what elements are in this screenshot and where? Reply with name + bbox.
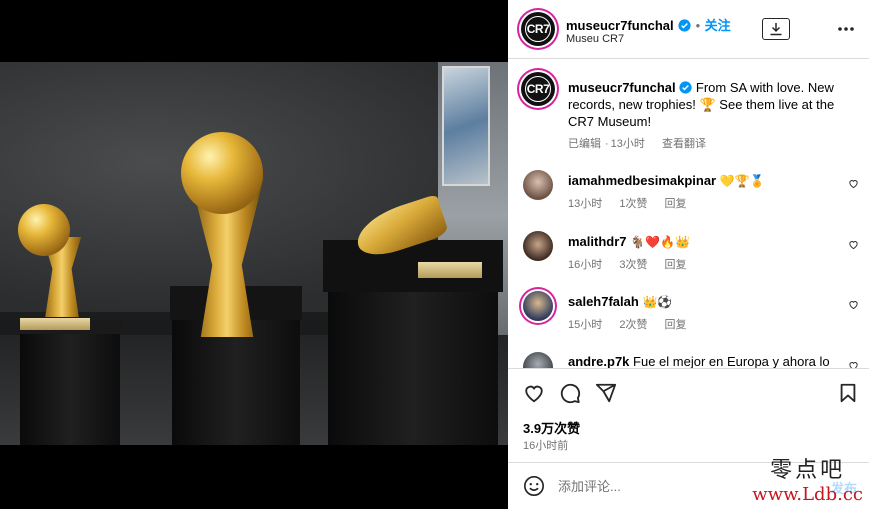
verified-badge-icon <box>679 81 692 94</box>
comment-item: iamahmedbesimakpinar 💛🏆🏅 13小时 1次赞 回复 <box>508 168 869 224</box>
watermark-text-cn: 零点吧 <box>770 458 846 483</box>
watermark-url: www.Ldb.cc <box>752 484 863 505</box>
commenter-avatar[interactable] <box>523 352 553 368</box>
comment-body: iamahmedbesimakpinar 💛🏆🏅 <box>568 172 838 190</box>
comment-username[interactable]: saleh7falah <box>568 294 639 309</box>
post-media[interactable] <box>0 0 508 509</box>
post-timestamp: 16小时前 <box>523 440 569 452</box>
watermark: 零点吧 www.Ldb.cc <box>752 452 863 505</box>
comment-like-icon[interactable] <box>848 239 859 250</box>
plaque-right <box>418 262 482 278</box>
caption-username[interactable]: museucr7funchal <box>568 80 676 95</box>
bookmark-icon[interactable] <box>837 382 859 404</box>
comment-like-icon[interactable] <box>848 299 859 310</box>
comment-meta: 15小时 2次赞 回复 <box>568 316 701 332</box>
trophy-big-ball <box>181 132 263 214</box>
download-icon <box>770 23 782 36</box>
smiley-icon[interactable] <box>523 475 545 497</box>
comment-username[interactable]: iamahmedbesimakpinar <box>568 173 716 188</box>
comment-text: Fue el mejor en Europa y ahora lo <box>633 354 830 368</box>
cr7-logo: CR7 <box>525 76 551 102</box>
reply-button[interactable]: 回复 <box>665 259 687 271</box>
comments-list[interactable]: CR7 museucr7funchal From SA with love. N… <box>508 60 869 368</box>
caption-time: 13小时 <box>610 138 645 150</box>
comment-username[interactable]: malithdr7 <box>568 234 627 249</box>
comment-like-icon[interactable] <box>848 360 859 368</box>
post-photo <box>0 62 508 445</box>
add-comment-bar: 发布 零点吧 www.Ldb.cc <box>508 458 869 509</box>
reply-button[interactable]: 回复 <box>665 319 687 331</box>
caption-dot: · <box>605 138 609 150</box>
post-side-panel: CR7 museucr7funchal • 关注 Museu CR7 CR7 m… <box>508 0 869 509</box>
plaque-left <box>20 318 90 330</box>
comment-meta: 16小时 3次赞 回复 <box>568 256 701 272</box>
commenter-avatar[interactable] <box>523 291 553 321</box>
paper-plane-icon[interactable] <box>595 382 617 404</box>
caption-meta: 已编辑 · 13小时 查看翻译 <box>568 135 720 151</box>
pedestal-left <box>20 327 120 445</box>
download-button[interactable] <box>762 18 790 40</box>
translate-link[interactable]: 查看翻译 <box>662 138 706 150</box>
post-location[interactable]: Museu CR7 <box>566 33 624 45</box>
post-actions: 3.9万次赞 16小时前 <box>508 368 869 462</box>
caption-avatar[interactable]: CR7 <box>521 72 555 106</box>
photo-poster <box>442 66 490 186</box>
comment-text: 🐐❤️🔥👑 <box>630 235 690 249</box>
more-options-button[interactable] <box>832 18 860 40</box>
comment-time: 15小时 <box>568 319 603 331</box>
comment-likes[interactable]: 2次赞 <box>619 319 647 331</box>
trophy-small-ball <box>18 204 70 256</box>
commenter-avatar[interactable] <box>523 231 553 261</box>
comment-body: saleh7falah 👑⚽ <box>568 293 838 311</box>
comment-text: 👑⚽ <box>642 295 673 309</box>
comment-body: andre.p7k Fue el mejor en Europa y ahora… <box>568 353 838 368</box>
caption-item: CR7 museucr7funchal From SA with love. N… <box>508 60 869 156</box>
comment-bubble-icon[interactable] <box>559 382 581 404</box>
author-username[interactable]: museucr7funchal <box>566 18 674 33</box>
comment-time: 16小时 <box>568 259 603 271</box>
comment-username[interactable]: andre.p7k <box>568 354 629 368</box>
like-count[interactable]: 3.9万次赞 <box>523 418 580 437</box>
comment-like-icon[interactable] <box>848 178 859 189</box>
comment-item: andre.p7k Fue el mejor en Europa y ahora… <box>508 350 869 368</box>
comment-time: 13小时 <box>568 198 603 210</box>
comment-likes[interactable]: 1次赞 <box>619 198 647 210</box>
follow-button[interactable]: 关注 <box>705 18 731 33</box>
pedestal-right <box>328 287 498 445</box>
post-header: CR7 museucr7funchal • 关注 Museu CR7 <box>508 0 869 59</box>
comment-likes[interactable]: 3次赞 <box>619 259 647 271</box>
author-avatar[interactable]: CR7 <box>521 12 555 46</box>
comment-meta: 13小时 1次赞 回复 <box>568 195 701 211</box>
reply-button[interactable]: 回复 <box>665 198 687 210</box>
comment-text: 💛🏆🏅 <box>719 174 765 188</box>
comment-body: malithdr7 🐐❤️🔥👑 <box>568 233 838 251</box>
more-horizontal-icon <box>838 27 854 31</box>
verified-badge-icon <box>678 19 691 32</box>
comment-item: saleh7falah 👑⚽ 15小时 2次赞 回复 <box>508 289 869 345</box>
caption-body: museucr7funchal From SA with love. New r… <box>568 79 836 130</box>
cr7-logo: CR7 <box>525 16 551 42</box>
heart-icon[interactable] <box>523 382 545 404</box>
caption-edited: 已编辑 <box>568 138 601 150</box>
commenter-avatar[interactable] <box>523 170 553 200</box>
comment-item: malithdr7 🐐❤️🔥👑 16小时 3次赞 回复 <box>508 229 869 285</box>
